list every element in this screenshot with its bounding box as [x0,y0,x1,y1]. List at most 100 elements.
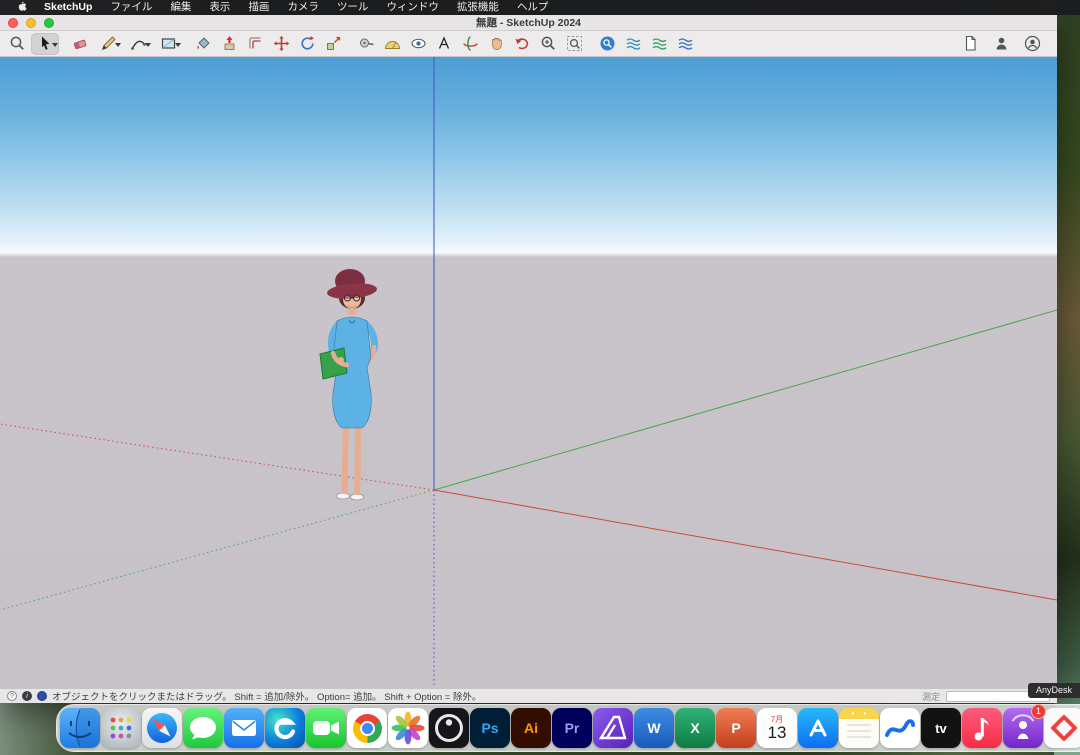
dock-item-photos[interactable] [388,708,428,748]
dock-item-launchpad[interactable] [101,708,141,748]
hand-icon [488,35,505,52]
pan-tool-button[interactable] [484,33,508,55]
dock-item-finder[interactable] [60,708,100,748]
push-pull-tool-button[interactable] [217,33,241,55]
dock-item-safari[interactable] [142,708,182,748]
push-pull-icon [221,35,238,52]
zoom-extents-tool-button[interactable] [562,33,586,55]
menu-item-draw[interactable]: 描画 [239,0,278,15]
drawing-axes [0,57,1057,688]
eraser-icon [72,35,89,52]
menu-item-help[interactable]: ヘルプ [508,0,558,15]
scale-icon [325,35,342,52]
tape-measure-tool-button[interactable] [354,33,378,55]
minimize-button[interactable] [26,18,36,28]
dock-item-affinity[interactable] [593,708,633,748]
menu-item-extensions[interactable]: 拡張機能 [448,0,508,15]
dock-item-messages[interactable] [183,708,223,748]
dock-item-photoshop[interactable]: Ps [470,708,510,748]
menu-item-view[interactable]: 表示 [200,0,239,15]
orbit-tool-button[interactable] [458,33,482,55]
rotate-tool-button[interactable] [295,33,319,55]
menu-item-file[interactable]: ファイル [101,0,161,15]
menu-item-camera[interactable]: カメラ [278,0,328,15]
menu-item-edit[interactable]: 編集 [161,0,200,15]
word-label: W [647,720,660,736]
protractor-tool-button[interactable] [380,33,404,55]
sandbox-tool-3-button[interactable] [673,33,697,55]
calendar-day: 13 [768,724,787,741]
text-tool-button[interactable] [432,33,456,55]
dock-item-obs[interactable] [429,708,469,748]
scale-tool-button[interactable] [321,33,345,55]
dock-item-notes[interactable] [839,708,879,748]
paint-bucket-tool-button[interactable] [191,33,215,55]
warehouse-search-tool-button[interactable] [595,33,619,55]
orbit-icon [462,35,479,52]
dock-item-edge[interactable] [265,708,305,748]
pencil-icon [100,35,117,52]
model-viewport[interactable] [0,57,1057,688]
arc-icon [130,35,147,52]
dock-item-anydesk[interactable] [1044,708,1080,748]
music-icon [962,708,1002,748]
zoom-tool-button[interactable] [536,33,560,55]
sandbox-tool-2-button[interactable] [647,33,671,55]
dock-item-excel[interactable]: X [675,708,715,748]
dock-item-music[interactable] [962,708,1002,748]
eraser-tool-button[interactable] [68,33,92,55]
title-bar[interactable]: 無題 - SketchUp 2024 [0,15,1057,31]
help-icon[interactable]: ? [7,691,17,701]
shape-tool-button[interactable] [154,33,182,55]
close-button[interactable] [8,18,18,28]
dock-item-calendar[interactable]: 7月13 [757,708,797,748]
undo-arrow-icon [514,35,531,52]
apple-menu[interactable] [8,1,35,14]
menu-item-tools[interactable]: ツール [328,0,378,15]
measurement-label: 測定 [922,690,940,703]
sandbox-tool-1-button[interactable] [621,33,645,55]
dock-item-appstore[interactable] [798,708,838,748]
offset-tool-button[interactable] [243,33,267,55]
messages-icon [183,708,223,748]
info-icon[interactable]: i [22,691,32,701]
dock-item-freeform[interactable] [880,708,920,748]
move-tool-button[interactable] [269,33,293,55]
new-document-button[interactable] [958,33,982,55]
layers-wave-icon [651,35,668,52]
look-around-tool-button[interactable] [406,33,430,55]
protractor-icon [384,35,401,52]
menu-item-sketchup[interactable]: SketchUp [35,0,101,15]
layers-wave-icon [625,35,642,52]
apple-icon [16,1,27,14]
dock-item-powerpoint[interactable]: P [716,708,756,748]
person-component[interactable] [320,269,378,500]
location-icon[interactable] [37,691,47,701]
dock-item-appletv[interactable]: tv [921,708,961,748]
people-button[interactable] [989,33,1013,55]
search-tool-button[interactable] [5,33,29,55]
line-tool-button[interactable] [94,33,122,55]
move-icon [273,35,290,52]
account-button[interactable] [1020,33,1044,55]
launchpad-icon [101,708,141,748]
dock-item-facetime[interactable] [306,708,346,748]
zoom-icon [540,35,557,52]
dock-item-podcasts[interactable]: 1 [1003,708,1043,748]
menu-item-window[interactable]: ウィンドウ [377,0,448,15]
zoom-extents-icon [566,35,583,52]
notes-icon [839,708,879,748]
dock-item-chrome[interactable] [347,708,387,748]
appstore-icon [798,708,838,748]
dock-item-illustrator[interactable]: Ai [511,708,551,748]
dock-item-mail[interactable] [224,708,264,748]
select-tool-button[interactable] [31,33,59,55]
toolbar-right-group [958,33,1052,55]
previous-view-tool-button[interactable] [510,33,534,55]
text-icon [436,35,453,52]
traffic-lights [8,18,54,28]
fullscreen-button[interactable] [44,18,54,28]
dock-item-premiere[interactable]: Pr [552,708,592,748]
arc-tool-button[interactable] [124,33,152,55]
dock-item-word[interactable]: W [634,708,674,748]
